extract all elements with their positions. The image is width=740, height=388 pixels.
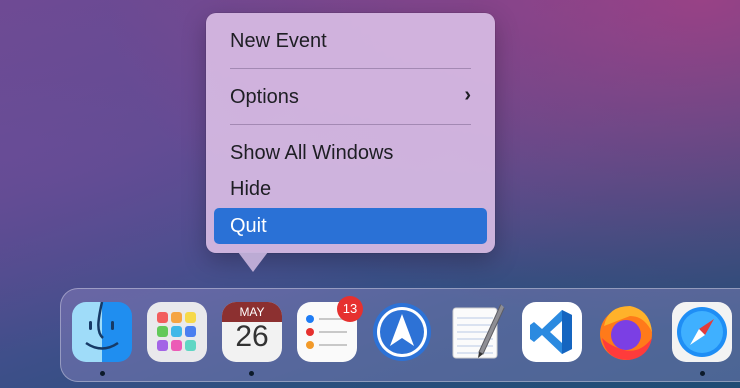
spark-icon (373, 303, 431, 361)
safari-icon (677, 307, 727, 357)
dock-app-safari[interactable] (672, 302, 732, 362)
menu-separator (230, 124, 471, 125)
calendar-month: MAY (222, 302, 282, 322)
finder-icon (85, 302, 119, 350)
notepad-pen-icon (452, 303, 506, 359)
dock-app-textedit[interactable] (447, 302, 507, 362)
running-indicator (700, 371, 705, 376)
menu-separator (230, 68, 471, 69)
dock-app-launchpad[interactable] (147, 302, 207, 362)
dock-app-finder[interactable] (72, 302, 132, 362)
menu-pointer (238, 252, 268, 272)
notification-badge: 13 (337, 296, 363, 322)
dock-app-calendar[interactable]: MAY 26 (222, 302, 282, 362)
vscode-icon (530, 310, 572, 354)
menu-item-new-event[interactable]: New Event (214, 23, 487, 59)
running-indicator (100, 371, 105, 376)
menu-item-label: Options (230, 85, 299, 108)
menu-item-options[interactable]: Options › (214, 79, 487, 115)
dock-app-spark[interactable] (372, 302, 432, 362)
calendar-dock-context-menu: New Event Options › Show All Windows Hid… (206, 13, 495, 253)
calendar-day: 26 (235, 320, 269, 353)
dock-app-firefox[interactable] (596, 302, 656, 362)
menu-item-label: Quit (230, 214, 267, 237)
menu-item-label: Hide (230, 177, 272, 200)
running-indicator (249, 371, 254, 376)
firefox-icon (600, 306, 652, 360)
menu-item-quit[interactable]: Quit (214, 208, 487, 244)
chevron-right-icon: › (464, 84, 471, 106)
menu-item-label: New Event (230, 29, 327, 52)
menu-item-label: Show All Windows (230, 141, 394, 164)
dock-app-vscode[interactable] (522, 302, 582, 362)
menu-item-hide[interactable]: Hide (214, 171, 487, 207)
menu-item-show-all-windows[interactable]: Show All Windows (214, 135, 487, 171)
